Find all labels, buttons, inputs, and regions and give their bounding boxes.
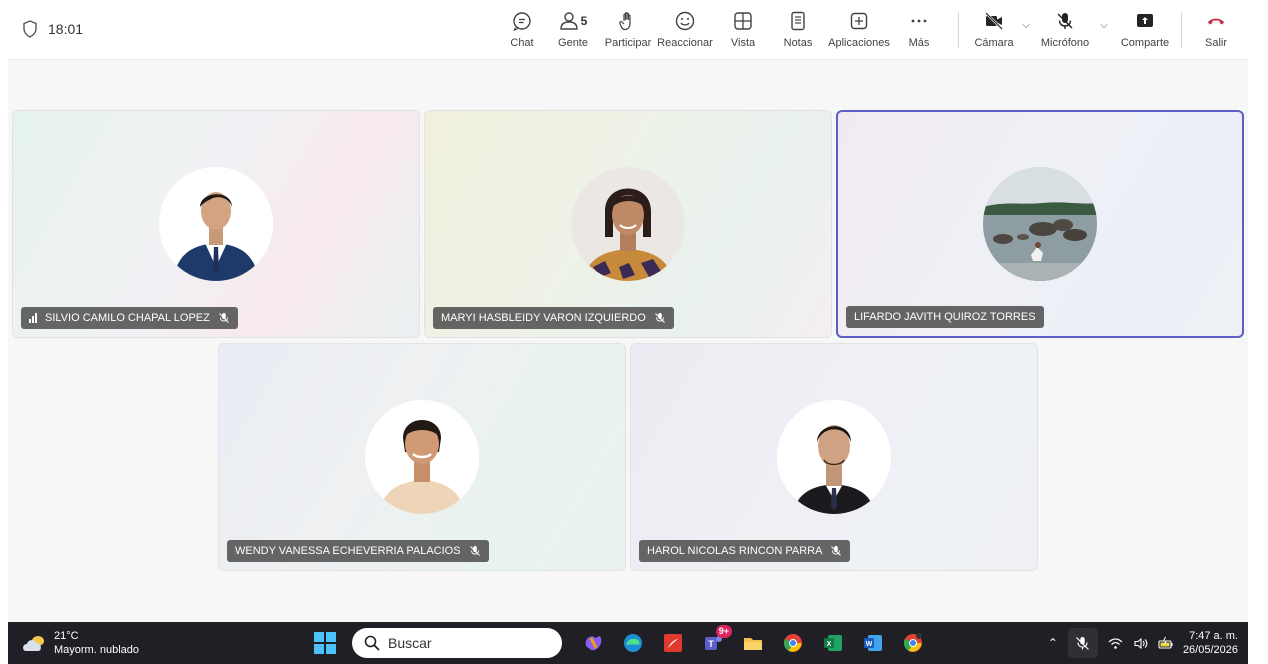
taskbar-search[interactable]: Buscar [352,628,562,658]
volume-icon[interactable] [1133,636,1148,651]
edge-browser-icon[interactable] [618,628,648,658]
camera-options-chevron[interactable]: ⌵ [1017,20,1035,31]
participant-name: SILVIO CAMILO CHAPAL LOPEZ [45,312,210,324]
mic-muted-icon [469,546,480,556]
excel-app-icon[interactable]: X [818,628,848,658]
chrome-profile-icon[interactable] [898,628,928,658]
mic-muted-icon [831,546,842,556]
meeting-top-bar: 18:01 Chat 5 Gente Participar Reaccionar… [8,0,1248,60]
meeting-timer: 18:01 [22,20,83,38]
weather-temperature: 21°C [54,630,79,642]
show-hidden-icons-chevron[interactable]: ⌃ [1048,636,1058,650]
signal-strength-icon [29,313,37,323]
windows-taskbar: 21°C Mayorm. nublado Buscar T 9+ X W ⌃ 7 [8,622,1248,664]
teams-notification-badge: 9+ [715,625,732,638]
participant-tile[interactable]: HAROL NICOLAS RINCON PARRA [630,343,1038,571]
participant-name: WENDY VANESSA ECHEVERRIA PALACIOS [235,545,461,557]
add-app-icon [850,12,868,30]
share-button[interactable]: Comparte [1113,8,1177,56]
hand-icon [619,12,631,31]
notes-button[interactable]: Notas [772,8,824,56]
copilot-app-icon[interactable] [578,628,608,658]
participant-name-tag: WENDY VANESSA ECHEVERRIA PALACIOS [227,540,489,562]
mic-muted-tray-button[interactable] [1067,628,1098,658]
participant-name-tag: SILVIO CAMILO CHAPAL LOPEZ [21,307,238,329]
toolbar-divider [958,12,959,48]
participant-tile[interactable]: SILVIO CAMILO CHAPAL LOPEZ [12,110,420,338]
mic-muted-icon [1076,636,1090,650]
participant-avatar [777,400,891,514]
chrome-browser-icon[interactable] [778,628,808,658]
system-tray: ⌃ 7:47 a. m. 26/05/2026 [1048,622,1238,664]
camera-off-icon [985,12,1003,30]
camera-button[interactable]: Cámara [971,8,1017,56]
more-icon [911,19,927,23]
mic-muted-icon [219,313,229,323]
notes-icon [791,11,805,31]
participant-name: LIFARDO JAVITH QUIROZ TORRES [854,311,1036,323]
mic-options-chevron[interactable]: ⌵ [1095,20,1113,31]
people-button[interactable]: 5 Gente [546,8,600,56]
view-button[interactable]: Vista [714,8,772,56]
leave-button[interactable]: Salir [1194,8,1238,56]
weather-widget[interactable]: 21°C Mayorm. nublado [22,629,139,657]
svg-text:W: W [866,641,873,648]
word-app-icon[interactable]: W [858,628,888,658]
clock-date: 26/05/2026 [1182,644,1238,656]
hang-up-icon [1208,18,1224,25]
participant-name: MARYI HASBLEIDY VARON IZQUIERDO [441,312,646,324]
mic-off-icon [1057,13,1073,29]
mic-muted-icon [654,313,665,323]
participant-avatar [983,167,1097,281]
file-explorer-icon[interactable] [738,628,768,658]
participant-tile[interactable]: MARYI HASBLEIDY VARON IZQUIERDO [424,110,832,338]
participant-avatar [365,400,479,514]
wifi-icon[interactable] [1108,636,1123,651]
mic-button[interactable]: Micrófono [1035,8,1095,56]
more-button[interactable]: Más [894,8,944,56]
participant-name-tag: HAROL NICOLAS RINCON PARRA [639,540,851,562]
shield-icon [23,20,37,38]
participant-name-tag: MARYI HASBLEIDY VARON IZQUIERDO [433,307,674,329]
meeting-toolbar: Chat 5 Gente Participar Reaccionar Vista… [498,8,1238,56]
participant-tile[interactable]: WENDY VANESSA ECHEVERRIA PALACIOS [218,343,626,571]
pdf-reader-icon[interactable] [658,628,688,658]
cloud-icon [23,636,44,651]
toolbar-divider-2 [1181,12,1182,48]
raise-hand-button[interactable]: Participar [600,8,656,56]
participant-avatar [159,167,273,281]
grid-view-icon [734,12,752,30]
participant-name-tag: LIFARDO JAVITH QUIROZ TORRES [846,306,1044,328]
taskbar-clock[interactable]: 7:47 a. m. 26/05/2026 [1183,629,1238,657]
profile-photo-man-formal [777,400,891,514]
chat-icon [513,12,531,31]
svg-text:T: T [708,639,714,649]
svg-text:X: X [827,641,832,648]
react-button[interactable]: Reaccionar [656,8,714,56]
video-stage: SILVIO CAMILO CHAPAL LOPEZ MARYI HASBLEI… [8,60,1248,622]
windows-start-icon[interactable] [314,632,336,654]
profile-photo-woman-smiling [365,400,479,514]
profile-photo-landscape-rocks [983,167,1097,281]
weather-description: Mayorm. nublado [54,644,139,656]
participant-tile-active[interactable]: LIFARDO JAVITH QUIROZ TORRES [836,110,1244,338]
profile-photo-man-suit [159,167,273,281]
share-screen-icon [1137,14,1153,27]
teams-app-icon[interactable]: T 9+ [698,625,732,658]
chat-button[interactable]: Chat [498,8,546,56]
clock-time: 7:47 a. m. [1189,630,1238,642]
search-placeholder: Buscar [388,635,432,651]
timer-text: 18:01 [48,21,84,37]
taskbar-apps: Buscar T 9+ X W [314,625,928,658]
apps-button[interactable]: Aplicaciones [824,8,894,56]
search-icon [364,635,380,651]
battery-charging-icon[interactable] [1158,636,1173,651]
participant-name: HAROL NICOLAS RINCON PARRA [647,545,823,557]
participant-avatar [571,167,685,281]
smiley-icon [675,11,695,31]
profile-photo-woman [571,167,685,281]
people-icon [559,12,578,30]
people-count: 5 [580,14,588,28]
